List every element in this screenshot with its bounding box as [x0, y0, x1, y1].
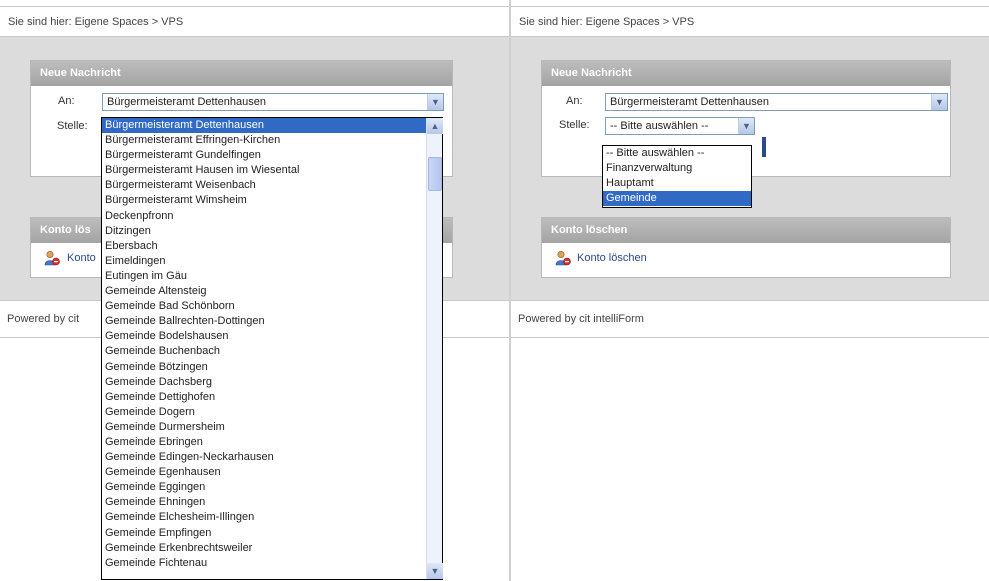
dropdown-option[interactable]: Ditzingen [102, 224, 442, 239]
dropdown-option[interactable]: Gemeinde Ballrechten-Dottingen [102, 314, 442, 329]
dropdown-option[interactable]: Gemeinde Egenhausen [102, 465, 442, 480]
dropdown-option[interactable]: Bürgermeisteramt Wimsheim [102, 193, 442, 208]
dropdown-option[interactable]: Gemeinde Dogern [102, 405, 442, 420]
dropdown-option[interactable]: Eimeldingen [102, 254, 442, 269]
dropdown-option[interactable]: Gemeinde Edingen-Neckarhausen [102, 450, 442, 465]
delete-account-box: Konto löschen Konto löschen [541, 217, 951, 278]
dropdown-option[interactable]: Gemeinde Bodelshausen [102, 329, 442, 344]
recipient-select[interactable]: Bürgermeisteramt Dettenhausen ▼ [605, 93, 948, 111]
dropdown-option[interactable]: Bürgermeisteramt Hausen im Wiesental [102, 163, 442, 178]
recipient-select-value: Bürgermeisteramt Dettenhausen [610, 96, 769, 108]
dropdown-option[interactable]: Bürgermeisteramt Weisenbach [102, 178, 442, 193]
delete-account-link[interactable]: Konto löschen [577, 252, 647, 264]
chevron-up-icon[interactable]: ▲ [427, 118, 443, 134]
department-dropdown-list[interactable]: -- Bitte auswählen -- Finanzverwaltung Hau… [602, 145, 752, 208]
dropdown-option[interactable]: Gemeinde Ebringen [102, 435, 442, 450]
dropdown-option[interactable]: Deckenpfronn [102, 209, 442, 224]
department-select[interactable]: -- Bitte auswählen -- ▼ [605, 117, 755, 135]
breadcrumb: Sie sind hier: Eigene Spaces > VPS [0, 6, 510, 36]
dropdown-option[interactable]: Gemeinde Dachsberg [102, 375, 442, 390]
dropdown-option[interactable]: Gemeinde Altensteig [102, 284, 442, 299]
dropdown-option[interactable]: Hauptamt [603, 176, 751, 191]
left-panel: Sie sind hier: Eigene Spaces > VPS Neue … [0, 0, 510, 581]
dropdown-option[interactable]: -- Bitte auswählen -- [603, 146, 751, 161]
dropdown-option[interactable]: Bürgermeisteramt Gundelfingen [102, 148, 442, 163]
chevron-down-icon[interactable]: ▼ [427, 94, 443, 110]
dropdown-option[interactable]: Gemeinde Empfingen [102, 526, 442, 541]
scroll-thumb[interactable] [428, 157, 442, 191]
breadcrumb: Sie sind hier: Eigene Spaces > VPS [511, 6, 989, 36]
delete-box-title: Konto löschen [542, 218, 950, 243]
dropdown-option[interactable]: Gemeinde Elchesheim-Illingen [102, 510, 442, 525]
stelle-label: Stelle: [57, 120, 88, 132]
dropdown-option[interactable]: Gemeinde Fichtenau [102, 556, 442, 571]
recipient-select-value: Bürgermeisteramt Dettenhausen [107, 96, 266, 108]
an-label: An: [566, 95, 583, 107]
user-delete-icon [44, 250, 60, 266]
stelle-label: Stelle: [559, 119, 590, 131]
recipient-dropdown-list[interactable]: Bürgermeisteramt Dettenhausen Bürgermeist… [101, 117, 443, 580]
dropdown-scrollbar[interactable]: ▲ ▼ [426, 118, 443, 579]
chevron-down-icon[interactable]: ▼ [738, 118, 754, 134]
dropdown-option[interactable]: Gemeinde Eggingen [102, 480, 442, 495]
user-delete-icon [555, 250, 571, 266]
dropdown-option[interactable]: Eutingen im Gäu [102, 269, 442, 284]
dropdown-option[interactable]: Bürgermeisteramt Dettenhausen [102, 118, 442, 134]
dropdown-option[interactable]: Gemeinde Bad Schönborn [102, 299, 442, 314]
delete-account-link[interactable]: Konto [67, 252, 96, 264]
dropdown-option[interactable]: Gemeinde Dettighofen [102, 390, 442, 405]
dropdown-option[interactable]: Gemeinde Ehningen [102, 495, 442, 510]
dropdown-option[interactable]: Finanzverwaltung [603, 161, 751, 176]
dropdown-option[interactable]: Gemeinde Buchenbach [102, 344, 442, 359]
right-panel: Sie sind hier: Eigene Spaces > VPS Neue … [511, 0, 989, 581]
box-title: Neue Nachricht [542, 61, 950, 86]
dropdown-option[interactable]: Ebersbach [102, 239, 442, 254]
chevron-down-icon[interactable]: ▼ [931, 94, 947, 110]
footer: Powered by cit intelliForm [511, 300, 989, 338]
department-select-value: -- Bitte auswählen -- [610, 120, 709, 132]
send-button[interactable] [762, 137, 766, 157]
an-label: An: [58, 95, 75, 107]
dropdown-option[interactable]: Gemeinde [603, 191, 751, 207]
dropdown-option[interactable]: Gemeinde Durmersheim [102, 420, 442, 435]
recipient-select[interactable]: Bürgermeisteramt Dettenhausen ▼ [102, 93, 444, 111]
dropdown-option[interactable]: Gemeinde Erkenbrechtsweiler [102, 541, 442, 556]
dropdown-option[interactable]: Bürgermeisteramt Effringen-Kirchen [102, 133, 442, 148]
box-title: Neue Nachricht [31, 61, 452, 86]
chevron-down-icon[interactable]: ▼ [427, 563, 443, 579]
dropdown-option[interactable]: Gemeinde Bötzingen [102, 360, 442, 375]
